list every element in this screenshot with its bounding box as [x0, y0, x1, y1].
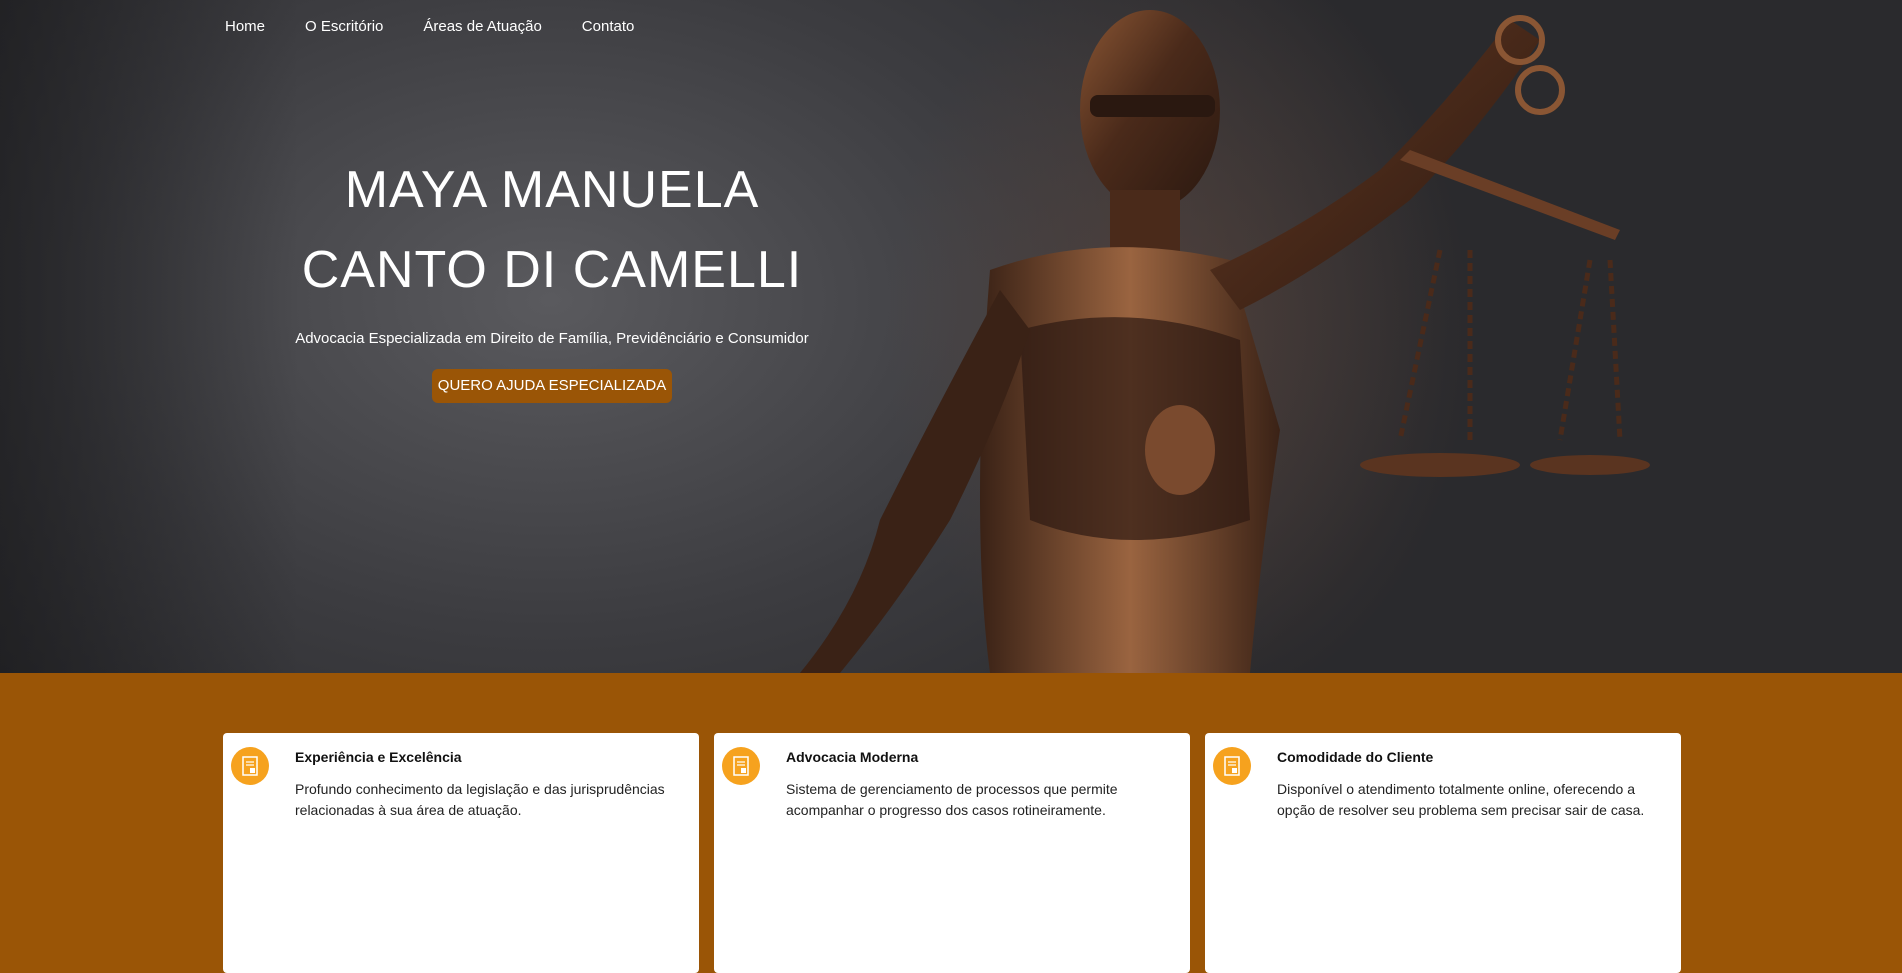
- nav-home-link[interactable]: Home: [225, 18, 265, 35]
- main-nav: Home O Escritório Áreas de Atuação Conta…: [225, 18, 674, 35]
- feature-description: Sistema de gerenciamento de processos qu…: [786, 781, 1118, 818]
- cta-button[interactable]: QUERO AJUDA ESPECIALIZADA: [431, 369, 673, 403]
- nav-contact-link[interactable]: Contato: [582, 18, 635, 35]
- feature-card-experience: Experiência e Excelência Profundo conhec…: [223, 733, 699, 973]
- hero-title: MAYA MANUELA CANTO DI CAMELLI: [252, 150, 852, 310]
- hero-content: MAYA MANUELA CANTO DI CAMELLI Advocacia …: [252, 150, 852, 403]
- feature-card-convenience: Comodidade do Cliente Disponível o atend…: [1205, 733, 1681, 973]
- feature-card-modern: Advocacia Moderna Sistema de gerenciamen…: [714, 733, 1190, 973]
- nav-practice-areas-link[interactable]: Áreas de Atuação: [423, 18, 541, 35]
- features-section: Experiência e Excelência Profundo conhec…: [223, 733, 1681, 973]
- feature-title: Advocacia Moderna: [786, 749, 919, 765]
- document-icon: [231, 747, 269, 785]
- hero-title-line-1: MAYA MANUELA: [344, 161, 760, 219]
- document-icon: [722, 747, 760, 785]
- feature-title: Experiência e Excelência: [295, 749, 462, 765]
- nav-office-link[interactable]: O Escritório: [305, 18, 383, 35]
- hero-section: Home O Escritório Áreas de Atuação Conta…: [0, 0, 1902, 673]
- feature-description: Profundo conhecimento da legislação e da…: [295, 781, 665, 818]
- feature-title: Comodidade do Cliente: [1277, 749, 1434, 765]
- feature-description: Disponível o atendimento totalmente onli…: [1277, 781, 1645, 818]
- document-icon: [1213, 747, 1251, 785]
- hero-subtitle: Advocacia Especializada em Direito de Fa…: [295, 330, 809, 347]
- hero-title-line-2: CANTO DI CAMELLI: [301, 241, 803, 299]
